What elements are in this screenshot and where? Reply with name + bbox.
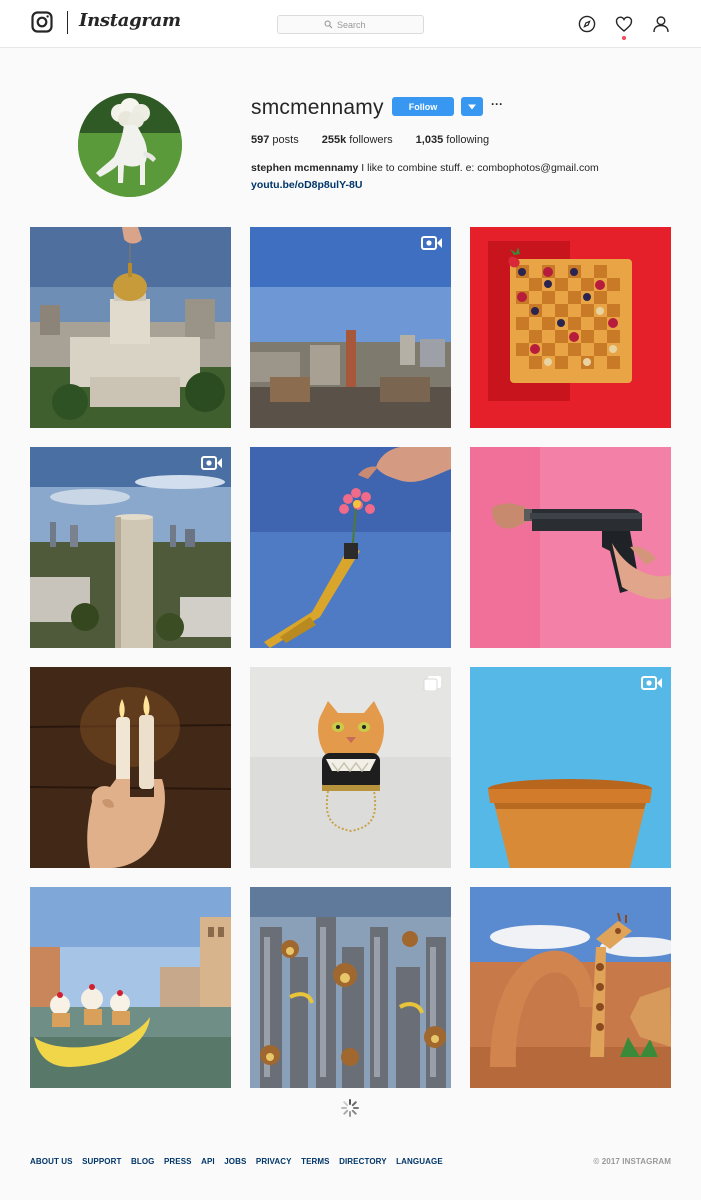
video-camera-icon [421, 236, 442, 250]
avatar-image [78, 93, 182, 197]
post-image-giraffe-arch [470, 887, 671, 1088]
footer-link-about[interactable]: ABOUT US [30, 1157, 73, 1166]
post-thumbnail[interactable] [30, 887, 231, 1088]
stat-value: 597 [251, 134, 270, 146]
loading-spinner-icon [341, 1099, 359, 1117]
post-thumbnail[interactable] [250, 227, 451, 428]
stat-label: following [446, 134, 490, 146]
post-image-cat-purse [250, 667, 451, 868]
search-input[interactable] [337, 19, 377, 30]
footer-link-privacy[interactable]: PRIVACY [256, 1157, 292, 1166]
post-thumbnail[interactable] [470, 887, 671, 1088]
compass-explore-icon[interactable] [578, 15, 596, 33]
post-thumbnail[interactable] [250, 447, 451, 648]
post-image-flower-pot [470, 667, 671, 868]
post-thumbnail[interactable] [470, 667, 671, 868]
profile-avatar[interactable] [78, 93, 182, 197]
stat-value: 255k [321, 134, 347, 146]
post-image-banana-boat [30, 887, 231, 1088]
post-thumbnail[interactable] [470, 227, 671, 428]
notification-dot [622, 36, 626, 40]
profile-stats: 597 posts 255k followers 1,035 following [251, 134, 512, 146]
bio-full-name: stephen mcmennamy [251, 162, 359, 174]
footer-navigation: ABOUT US SUPPORT BLOG PRESS API JOBS PRI… [30, 1157, 452, 1166]
post-image-smokestack [250, 227, 451, 428]
stat-value: 1,035 [415, 134, 444, 146]
post-image-waffle-chess [470, 227, 671, 428]
more-options-button[interactable]: ··· [491, 98, 503, 114]
instagram-wordmark[interactable]: Instagram [79, 10, 181, 31]
post-thumbnail[interactable] [30, 667, 231, 868]
footer-link-blog[interactable]: BLOG [131, 1157, 155, 1166]
post-thumbnail[interactable] [250, 667, 451, 868]
instagram-camera-icon[interactable] [31, 11, 53, 33]
footer-link-press[interactable]: PRESS [164, 1157, 192, 1166]
bio-text: I like to combine stuff. e: combophotos@… [361, 162, 599, 174]
post-thumbnail[interactable] [250, 887, 451, 1088]
profile-username: smcmennamy [251, 96, 384, 119]
heart-activity-icon[interactable] [615, 15, 633, 33]
posts-count: 597 posts [251, 134, 299, 146]
post-image-water-tower [30, 447, 231, 648]
post-image-finger-candles [30, 667, 231, 868]
post-thumbnail[interactable] [30, 447, 231, 648]
post-image-monkey-city [250, 887, 451, 1088]
post-image-stapler-gun [470, 447, 671, 648]
bio-website-link[interactable]: youtu.be/oD8p8ulY-8U [251, 179, 362, 191]
post-thumbnail[interactable] [30, 227, 231, 428]
footer-link-support[interactable]: SUPPORT [82, 1157, 121, 1166]
post-image-excavator-flower [250, 447, 451, 648]
suggestions-dropdown-button[interactable] [461, 97, 483, 116]
video-camera-icon [201, 456, 222, 470]
footer-link-terms[interactable]: TERMS [301, 1157, 330, 1166]
post-thumbnail[interactable] [470, 447, 671, 648]
footer-link-jobs[interactable]: JOBS [224, 1157, 246, 1166]
following-count[interactable]: 1,035 following [416, 134, 489, 146]
profile-person-icon[interactable] [652, 15, 670, 33]
stat-label: posts [272, 134, 299, 146]
footer-link-language[interactable]: LANGUAGE [396, 1157, 443, 1166]
search-box[interactable] [277, 15, 424, 34]
triangle-down-icon [468, 104, 476, 109]
multiple-posts-icon [423, 676, 441, 691]
footer-link-api[interactable]: API [201, 1157, 215, 1166]
logo-divider [67, 11, 68, 34]
stat-label: followers [349, 134, 393, 146]
copyright-text: © 2017 INSTAGRAM [593, 1157, 671, 1166]
search-icon [324, 20, 333, 29]
follow-button[interactable]: Follow [392, 97, 454, 116]
footer-link-directory[interactable]: DIRECTORY [339, 1157, 387, 1166]
post-image-capitol [30, 227, 231, 428]
video-camera-icon [641, 676, 662, 690]
profile-bio: stephen mcmennamy I like to combine stuf… [251, 162, 599, 174]
followers-count[interactable]: 255k followers [322, 134, 393, 146]
top-navigation-bar: Instagram [0, 0, 701, 48]
